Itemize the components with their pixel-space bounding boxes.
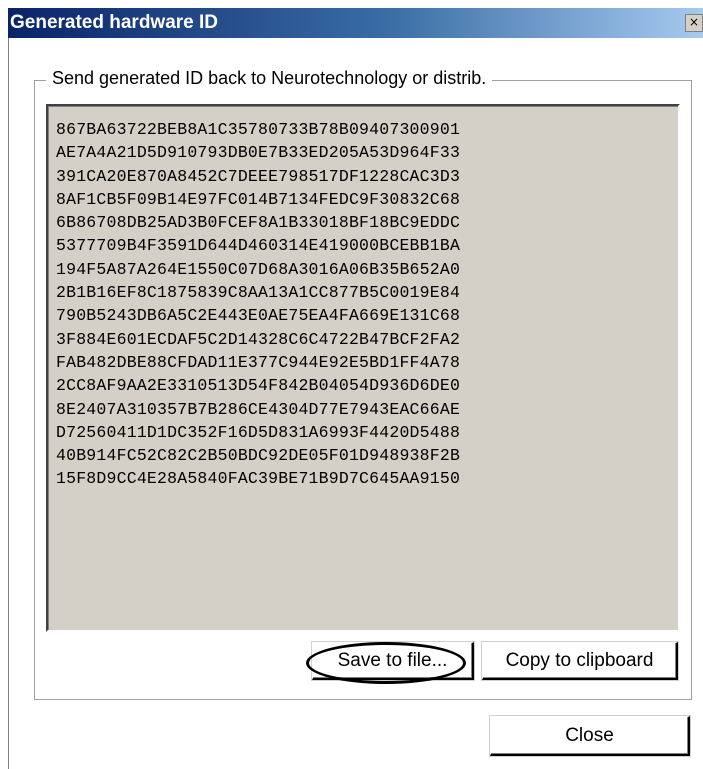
- hardware-id-line: 2B1B16EF8C1875839C8AA13A1CC877B5C0019E84: [56, 283, 461, 303]
- close-icon[interactable]: ×: [685, 14, 703, 32]
- hardware-id-line: 790B5243DB6A5C2E443E0AE75EA4FA669E131C68: [56, 306, 461, 326]
- dialog-title: Generated hardware ID: [10, 12, 219, 33]
- hardware-id-line: 15F8D9CC4E28A5840FAC39BE71B9D7C645AA9150: [56, 469, 461, 489]
- copy-to-clipboard-button[interactable]: Copy to clipboard: [482, 642, 678, 680]
- hardware-id-textbox[interactable]: 867BA63722BEB8A1C35780733B78B09407300901…: [46, 104, 680, 632]
- hardware-id-line: 8E2407A310357B7B286CE4304D77E7943EAC66AE: [56, 399, 461, 419]
- hardware-id-line: 6B86708DB25AD3B0FCEF8A1B33018BF18BC9EDDC: [56, 213, 461, 233]
- hardware-id-line: 867BA63722BEB8A1C35780733B78B09407300901: [56, 120, 461, 139]
- hardware-id-line: D72560411D1DC352F16D5D831A6993F4420D5488: [56, 422, 461, 442]
- hardware-id-line: 391CA20E870A8452C7DEEE798517DF1228CAC3D3: [56, 166, 461, 186]
- hardware-id-line: 8AF1CB5F09B14E97FC014B7134FEDC9F30832C68: [56, 189, 461, 209]
- hardware-id-line: 40B914FC52C82C2B50BDC92DE05F01D948938F2B: [56, 446, 461, 466]
- hardware-id-line: FAB482DBE88CFDAD11E377C944E92E5BD1FF4A78: [56, 352, 461, 372]
- hardware-id-line: 2CC8AF9AA2E3310513D54F842B04054D936D6DE0: [56, 376, 461, 396]
- hardware-id-line: 3F884E601ECDAF5C2D14328C6C4722B47BCF2FA2: [56, 329, 461, 349]
- close-button[interactable]: Close: [490, 716, 690, 756]
- hardware-id-text: 867BA63722BEB8A1C35780733B78B09407300901…: [56, 118, 460, 491]
- groupbox-legend: Send generated ID back to Neurotechnolog…: [46, 68, 493, 89]
- save-to-file-button[interactable]: Save to file...: [312, 642, 474, 680]
- hardware-id-dialog: Generated hardware ID × Send generated I…: [0, 0, 703, 769]
- window-left-border: [8, 38, 9, 769]
- hardware-id-line: AE7A4A21D5D910793DB0E7B33ED205A53D964F33: [56, 143, 461, 163]
- hardware-id-line: 5377709B4F3591D644D460314E419000BCEBB1BA: [56, 236, 461, 256]
- hardware-id-line: 194F5A87A264E1550C07D68A3016A06B35B652A0: [56, 259, 461, 279]
- title-bar: Generated hardware ID ×: [8, 8, 703, 38]
